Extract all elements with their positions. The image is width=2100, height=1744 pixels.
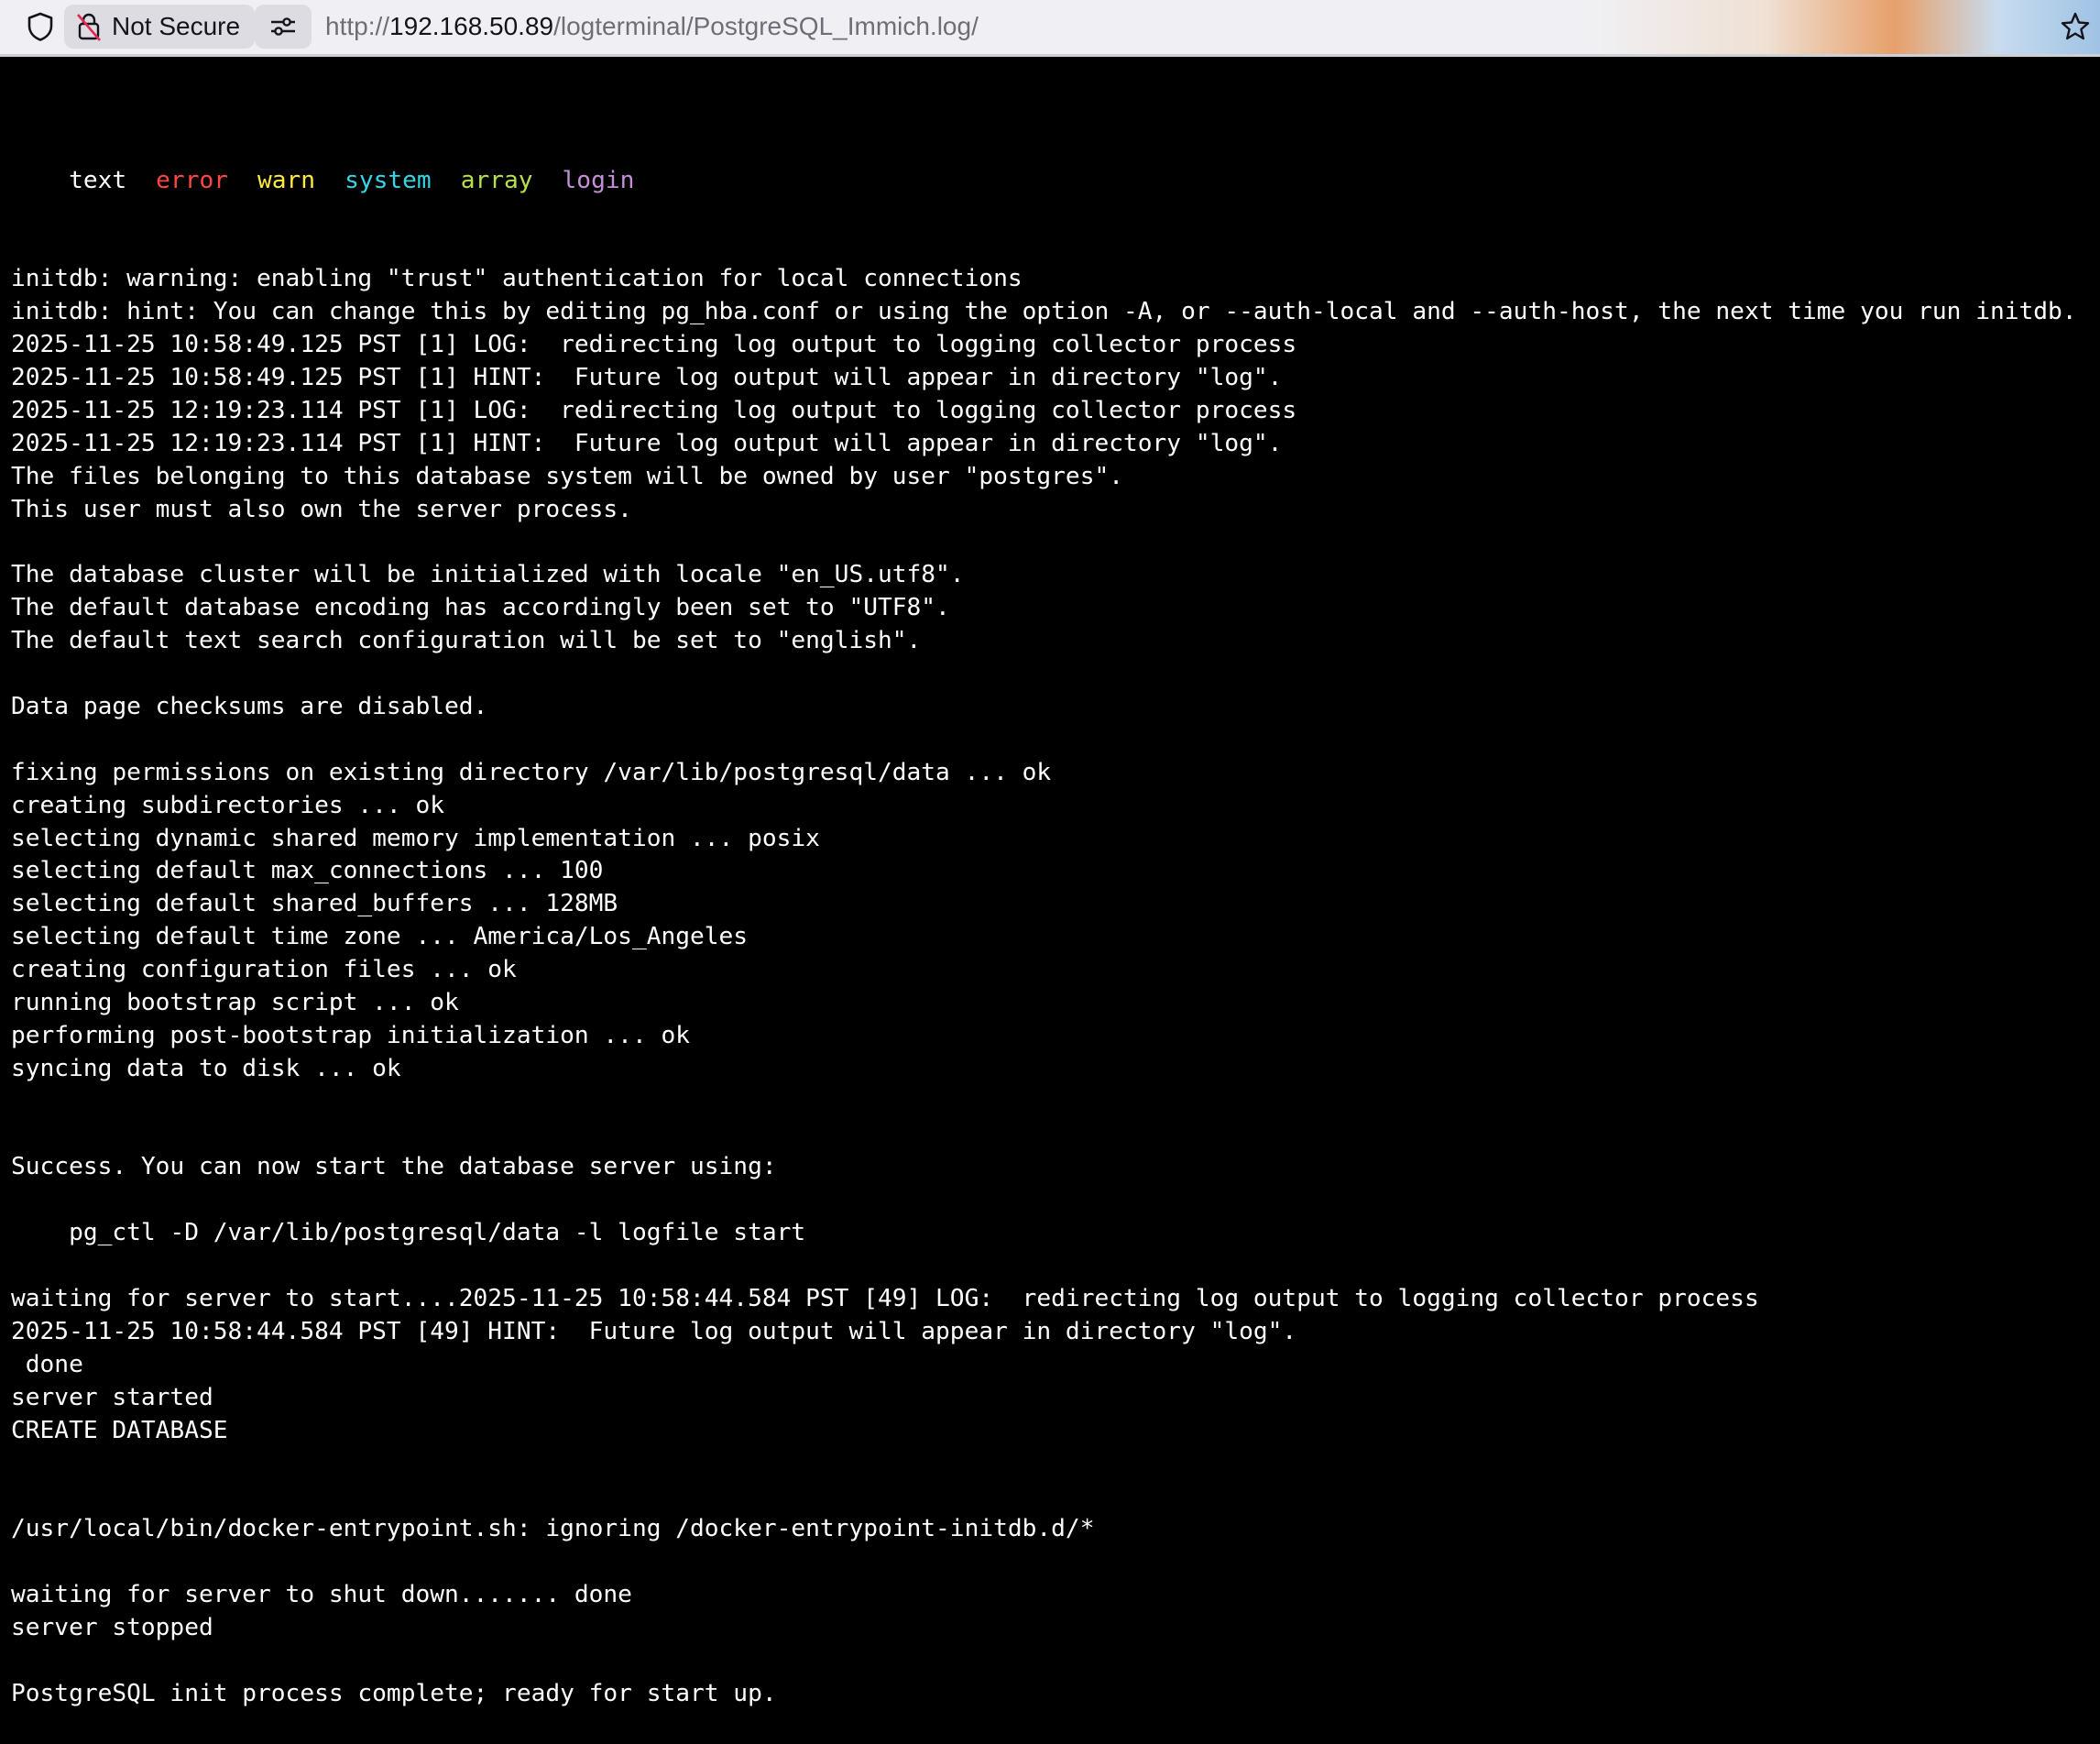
bookmark-star-icon[interactable]	[2060, 0, 2100, 53]
log-line: running bootstrap script ... ok	[11, 989, 459, 1016]
log-line: 2025-11-25 10:58:44.584 PST [49] HINT: F…	[11, 1317, 1297, 1345]
url-host: 192.168.50.89	[389, 12, 554, 40]
filter-login[interactable]: login	[563, 167, 635, 194]
log-line: creating configuration files ... ok	[11, 956, 517, 984]
log-line: CREATE DATABASE	[11, 1416, 228, 1444]
log-line: fixing permissions on existing directory…	[11, 758, 1052, 786]
log-line: syncing data to disk ... ok	[11, 1054, 401, 1082]
filter-warn[interactable]: warn	[257, 167, 315, 194]
log-line: 2025-11-25 12:19:23.114 PST [1] LOG: red…	[11, 396, 1297, 424]
address-bar[interactable]: http://192.168.50.89/logterminal/Postgre…	[325, 0, 979, 53]
log-output: initdb: warning: enabling "trust" authen…	[11, 263, 2100, 1710]
log-line: The default database encoding has accord…	[11, 594, 950, 622]
not-secure-label: Not Secure	[112, 12, 241, 40]
log-line: initdb: warning: enabling "trust" authen…	[11, 265, 1023, 293]
log-line: Success. You can now start the database …	[11, 1153, 777, 1181]
log-line: 2025-11-25 10:58:49.125 PST [1] LOG: red…	[11, 331, 1297, 359]
log-line: selecting default max_connections ... 10…	[11, 857, 604, 885]
log-terminal: text error warn system array login initdb: wa…	[11, 66, 2100, 1744]
log-line: The database cluster will be initialized…	[11, 561, 965, 589]
log-line: server started	[11, 1383, 213, 1411]
log-line: 2025-11-25 12:19:23.114 PST [1] HINT: Fu…	[11, 429, 1283, 457]
log-line: performing post-bootstrap initialization…	[11, 1021, 691, 1049]
log-line: initdb: hint: You can change this by edi…	[11, 298, 2077, 326]
insecure-lock-icon	[77, 13, 101, 41]
log-line: 2025-11-25 10:58:49.125 PST [1] HINT: Fu…	[11, 364, 1283, 392]
filter-array[interactable]: array	[461, 167, 533, 194]
url-path: /logterminal/PostgreSQL_Immich.log/	[553, 12, 979, 40]
log-line: done	[11, 1350, 83, 1378]
log-line: selecting default time zone ... America/…	[11, 923, 749, 951]
log-line: The files belonging to this database sys…	[11, 462, 1123, 490]
log-line: This user must also own the server proce…	[11, 495, 632, 523]
url-prefix: http://	[325, 12, 390, 40]
log-line: The default text search configuration wi…	[11, 627, 922, 655]
log-line: creating subdirectories ... ok	[11, 791, 444, 819]
log-line: /usr/local/bin/docker-entrypoint.sh: ign…	[11, 1515, 1095, 1543]
log-line: waiting for server to shut down....... d…	[11, 1581, 632, 1609]
log-line: Data page checksums are disabled.	[11, 692, 488, 720]
filter-error[interactable]: error	[156, 167, 228, 194]
filter-system[interactable]: system	[345, 167, 432, 194]
filter-text[interactable]: text	[69, 167, 126, 194]
shield-icon[interactable]	[13, 0, 68, 53]
log-line: waiting for server to start....2025-11-2…	[11, 1285, 1759, 1313]
toolbar-background-art	[1587, 0, 2100, 54]
log-line: PostgreSQL init process complete; ready …	[11, 1679, 777, 1707]
log-line: selecting dynamic shared memory implemen…	[11, 824, 820, 852]
log-line: pg_ctl -D /var/lib/postgresql/data -l lo…	[11, 1219, 806, 1247]
log-line: selecting default shared_buffers ... 128…	[11, 890, 618, 918]
not-secure-indicator[interactable]: Not Secure	[64, 5, 256, 49]
browser-toolbar: Not Secure http://192.168.50.89/logtermi…	[0, 0, 2100, 57]
site-permissions-icon[interactable]	[255, 5, 312, 49]
log-line: server stopped	[11, 1613, 213, 1641]
log-filter-bar: text error warn system array login	[11, 132, 2100, 194]
